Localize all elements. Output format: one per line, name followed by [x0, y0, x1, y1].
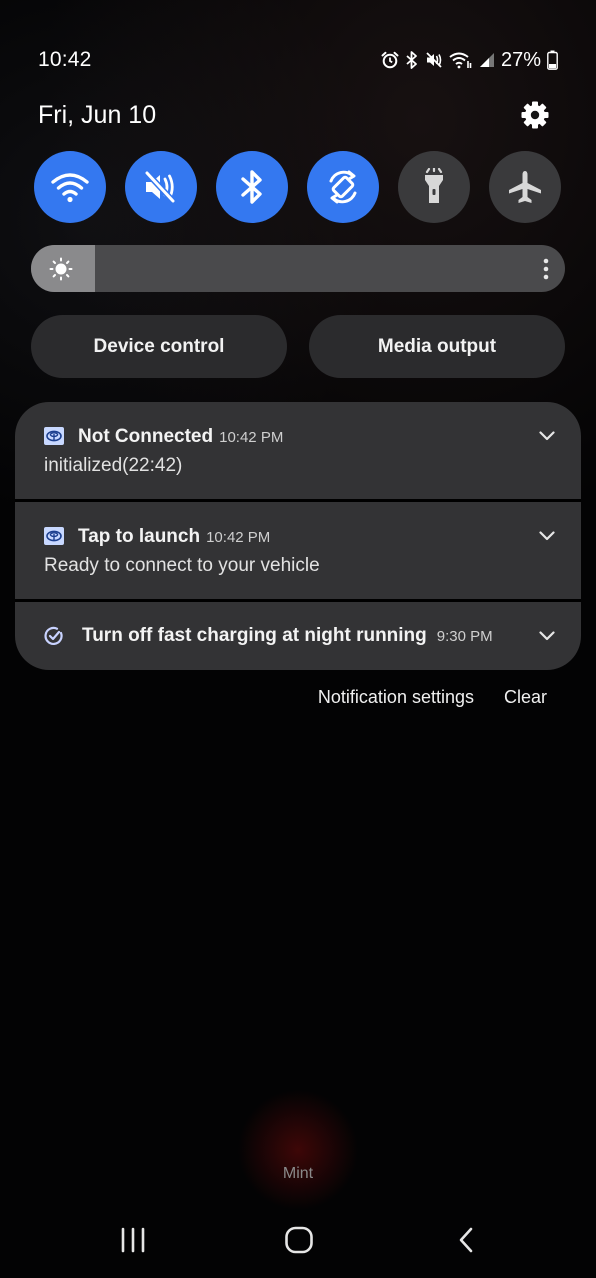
tile-bluetooth[interactable] — [216, 151, 288, 223]
chevron-down-icon[interactable] — [539, 431, 555, 441]
notification-card[interactable]: Tap to launch 10:42 PM Ready to connect t… — [15, 502, 581, 599]
home-icon — [285, 1226, 313, 1254]
battery-percent: 27% — [500, 48, 541, 71]
wifi-icon — [51, 173, 89, 203]
tile-auto-rotate[interactable] — [307, 151, 379, 223]
chevron-down-icon[interactable] — [539, 631, 555, 641]
chevron-down-icon[interactable] — [539, 531, 555, 541]
notification-body: Ready to connect to your vehicle — [44, 555, 320, 576]
notification-title-text: Turn off fast charging at night running — [82, 625, 427, 646]
bluetooth-icon — [406, 51, 417, 69]
clear-button[interactable]: Clear — [504, 687, 547, 708]
recent-apps-icon — [121, 1227, 145, 1253]
battery-icon — [547, 50, 558, 70]
quick-settings-tiles — [34, 151, 562, 223]
mute-icon — [144, 170, 176, 204]
brightness-sun-icon — [49, 257, 73, 281]
notification-time: 10:42 PM — [219, 429, 284, 446]
media-output-button[interactable]: Media output — [309, 315, 565, 378]
rotate-icon — [329, 170, 357, 204]
flashlight-icon — [425, 168, 443, 203]
status-icons: 27% — [381, 47, 558, 73]
tile-airplane-mode[interactable] — [489, 151, 561, 223]
tile-flashlight[interactable] — [398, 151, 470, 223]
notification-title: Tap to launch 10:42 PM — [78, 526, 270, 548]
routine-check-icon — [44, 626, 63, 645]
recent-apps-button[interactable] — [113, 1220, 153, 1260]
notification-time: 9:30 PM — [436, 628, 493, 645]
tile-wifi[interactable] — [34, 151, 106, 223]
status-time: 10:42 — [38, 48, 92, 71]
car-app-icon — [44, 427, 64, 445]
gear-icon — [521, 101, 549, 129]
notification-actions: Notification settings Clear — [318, 687, 547, 708]
more-options-icon[interactable] — [543, 258, 549, 280]
home-button[interactable] — [279, 1220, 319, 1260]
back-button[interactable] — [446, 1220, 486, 1260]
bluetooth-icon — [241, 170, 262, 204]
notification-title-text: Not Connected — [78, 426, 214, 447]
airplane-icon — [509, 171, 541, 203]
signal-icon — [479, 53, 494, 67]
settings-button[interactable] — [520, 100, 550, 130]
panel-date: Fri, Jun 10 — [38, 101, 157, 129]
notification-title: Not Connected 10:42 PM — [78, 426, 283, 448]
notification-card[interactable]: Turn off fast charging at night running 9… — [15, 602, 581, 670]
notification-body: initialized(22:42) — [44, 455, 183, 476]
wifi-calling-icon — [449, 52, 472, 69]
notification-title-text: Tap to launch — [78, 526, 201, 547]
carrier-label: Mint — [282, 1165, 314, 1182]
notification-list: Not Connected 10:42 PM initialized(22:42)… — [15, 402, 581, 670]
mute-icon — [426, 52, 442, 68]
tile-sound-mute[interactable] — [125, 151, 197, 223]
notification-card[interactable]: Not Connected 10:42 PM initialized(22:42) — [15, 402, 581, 499]
brightness-slider[interactable] — [31, 245, 565, 292]
notification-title: Turn off fast charging at night running 9… — [82, 625, 493, 647]
navigation-bar — [0, 1210, 596, 1270]
notification-time: 10:42 PM — [206, 529, 271, 546]
back-icon — [459, 1227, 473, 1253]
car-app-icon — [44, 527, 64, 545]
device-control-button[interactable]: Device control — [31, 315, 287, 378]
alarm-icon — [381, 51, 399, 69]
notification-settings-button[interactable]: Notification settings — [318, 687, 474, 708]
